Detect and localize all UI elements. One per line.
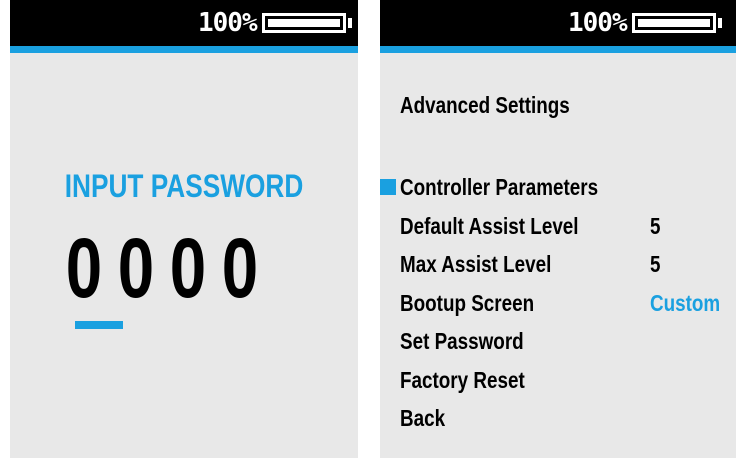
battery-icon — [262, 13, 346, 33]
menu-item-label: Bootup Screen — [400, 289, 535, 316]
menu-item-factory-reset[interactable]: Factory Reset — [380, 361, 736, 400]
status-bar: 100% — [10, 0, 358, 46]
battery-percent: 100% — [568, 8, 628, 38]
password-digits[interactable]: 0 0 0 0 — [58, 226, 266, 310]
battery-fill — [268, 19, 340, 27]
menu-item-value: 5 — [650, 212, 661, 239]
menu-item-label: Set Password — [400, 328, 524, 354]
battery-icon — [632, 13, 716, 33]
menu-item-label: Default Assist Level — [400, 212, 579, 239]
accent-divider — [10, 46, 358, 53]
menu-item-label: Factory Reset — [400, 366, 525, 393]
menu-item-bootup-screen[interactable]: Bootup Screen Custom — [380, 284, 736, 323]
menu-item-label: Controller Parameters — [400, 174, 599, 200]
accent-divider — [380, 46, 736, 53]
menu-item-max-assist-level[interactable]: Max Assist Level 5 — [380, 245, 736, 284]
menu-item-label: Back — [400, 405, 446, 431]
battery-cap — [348, 18, 352, 28]
password-digit-1[interactable]: 0 — [64, 226, 105, 310]
password-screen: 100% INPUT PASSWORD 0 0 0 0 — [10, 0, 358, 458]
battery-cap — [718, 18, 722, 28]
menu-item-set-password[interactable]: Set Password — [380, 322, 736, 361]
menu-heading: Advanced Settings — [400, 92, 570, 118]
password-digit-2[interactable]: 0 — [116, 226, 157, 310]
menu-item-back[interactable]: Back — [380, 399, 736, 438]
menu-item-value: 5 — [650, 251, 661, 277]
password-digit-3[interactable]: 0 — [168, 226, 209, 310]
digit-cursor — [75, 321, 123, 329]
menu-item-label: Max Assist Level — [400, 251, 552, 277]
selector-square-icon — [380, 179, 396, 195]
password-digit-4[interactable]: 0 — [220, 226, 261, 310]
settings-menu: Controller Parameters Default Assist Lev… — [380, 168, 736, 438]
menu-item-controller-parameters[interactable]: Controller Parameters — [380, 168, 736, 207]
battery-fill — [638, 19, 710, 27]
battery-percent: 100% — [198, 8, 258, 38]
menu-item-value: Custom — [650, 289, 721, 316]
password-prompt-title: INPUT PASSWORD — [64, 168, 304, 204]
status-bar: 100% — [380, 0, 736, 46]
advanced-settings-screen: 100% Advanced Settings Controller Parame… — [380, 0, 736, 458]
menu-item-default-assist-level[interactable]: Default Assist Level 5 — [380, 207, 736, 246]
